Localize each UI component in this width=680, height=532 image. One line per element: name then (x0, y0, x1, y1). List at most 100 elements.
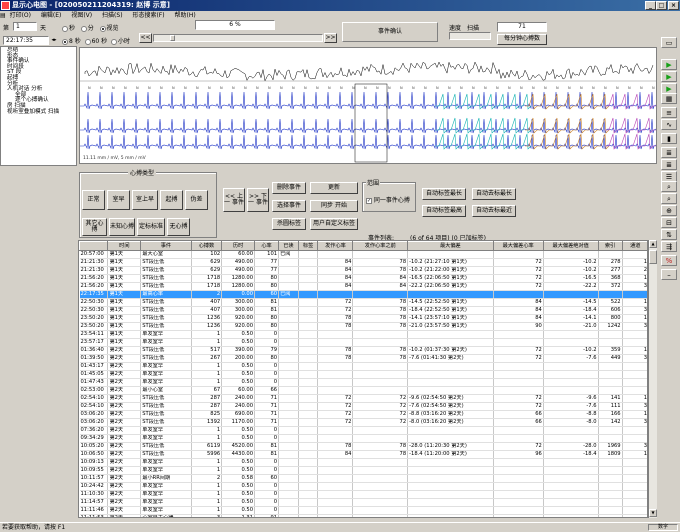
auto-label-highest-button[interactable]: 自动标签最高 (422, 205, 466, 217)
radio-8s[interactable]: 8 秒 (62, 38, 81, 45)
list-icon[interactable]: ≣ (661, 147, 677, 158)
column-header[interactable]: 事件 (140, 241, 192, 251)
table-row[interactable]: 01:36:40 第2天 ST段压低 517 390.00 79 78 78 -10.2 (01… (79, 346, 647, 355)
table-row[interactable]: 21:56:20 第1天 ST段压低 1718 1280.00 80 84 84 -16.5 (… (79, 274, 647, 283)
radio-seconds[interactable]: 秒 (62, 25, 75, 32)
beat-sve-button[interactable]: 室上早 (132, 190, 158, 210)
column-header[interactable]: 心搏数 (190, 241, 223, 251)
column-header[interactable]: 已读 (278, 241, 299, 251)
play-right-icon[interactable]: ▶ (661, 59, 677, 70)
auto-unlabel-nearest-button[interactable]: 自动去标最近 (472, 205, 516, 217)
play-right-icon[interactable]: ▶ (661, 71, 677, 82)
table-row[interactable]: 09:34:29 第2天 单发室早 1 0.50 0 (79, 434, 647, 443)
table-row[interactable]: 23:54:11 第1天 单发室早 1 0.50 0 (79, 330, 647, 339)
beat-paced-button[interactable]: 起搏 (160, 190, 183, 210)
zoom-in-icon[interactable]: ▭ (661, 37, 677, 48)
scroll-up-icon[interactable]: ▲ (649, 240, 657, 248)
table-row[interactable]: 01:47:43 第2天 单发室早 1 0.50 0 (79, 378, 647, 387)
ecg-display[interactable]: NNNNNNNNNNNNNNNNNNNNNNNNNNNNNNNNNNNNNNNN… (79, 47, 657, 164)
beat-other-button[interactable]: 其它心搏 (82, 218, 107, 236)
beat-none-button[interactable]: 无心搏 (167, 218, 190, 236)
column-header[interactable]: 最大偏差绝对值 (542, 241, 599, 251)
table-row[interactable]: 22:17:35 第1天 最高心率 2 0.00 60 已阅 (79, 290, 647, 299)
table-row[interactable]: 11:11:53 第2天 心室自主心律 3 1.31 91 (79, 514, 647, 517)
table-row[interactable]: 02:54:10 第2天 ST段压低 287 240.00 71 72 72 -9.6 (02:… (79, 394, 647, 403)
beat-unknown-button[interactable]: 未知心搏 (109, 218, 135, 236)
update-button[interactable]: 更新 (310, 182, 358, 194)
beat-normal-button[interactable]: 正常 (82, 190, 105, 210)
table-row[interactable]: 21:21:30 第1天 ST段压低 629 490.00 77 84 78 -10.2 (21… (79, 266, 647, 275)
scroll-thumb[interactable] (649, 250, 657, 264)
table-row[interactable]: 07:36:20 第2天 单发室早 1 0.50 0 (79, 426, 647, 435)
table-row[interactable]: 01:45:05 第2天 单发室早 1 0.50 0 (79, 370, 647, 379)
column-header[interactable]: 最大偏差 (407, 241, 494, 251)
menu-scan[interactable]: 扫描(S) (102, 11, 123, 20)
table-row[interactable]: 10:11:57 第2天 最小RR间期 2 0.58 60 (79, 474, 647, 483)
beat-artifact-button[interactable]: 伪差 (185, 190, 208, 210)
table-row[interactable]: 22:50:30 第1天 ST段压低 407 300.00 81 72 78 -14.5 (22… (79, 298, 647, 307)
table-row[interactable]: 10:06:50 第2天 ST段压低 5996 4430.00 81 84 78 -18.4 (… (79, 450, 647, 459)
radio-hour[interactable]: 小时 (110, 38, 130, 45)
wave-icon[interactable]: ∿ (661, 119, 677, 130)
time-spin-icon[interactable]: ◂▸ (50, 36, 58, 45)
next-page-button[interactable]: >> (324, 33, 337, 43)
time-input[interactable]: 22:17:35 (3, 36, 49, 45)
auto-unlabel-max-button[interactable]: 自动去标最长 (472, 188, 516, 200)
table-row[interactable]: 02:54:10 第2天 ST段压低 287 240.00 71 72 72 -7.6 (02:… (79, 402, 647, 411)
delete-event-button[interactable]: 删除事件 (272, 182, 306, 194)
list-icon[interactable]: ≡ (661, 107, 677, 118)
slider-thumb[interactable] (170, 35, 175, 41)
time-slider[interactable] (153, 34, 323, 42)
column-header[interactable]: 通道 (621, 241, 647, 251)
column-header[interactable]: 最大偏差心率 (492, 241, 544, 251)
column-header[interactable]: 索引 (597, 241, 623, 251)
menu-help[interactable]: 帮助(H) (175, 11, 196, 20)
column-header[interactable]: 时间 (107, 241, 142, 251)
list-icon[interactable]: ≣ (661, 159, 677, 170)
prune-label-button[interactable]: 杀圆标签 (272, 218, 306, 230)
dash-icon[interactable]: – (661, 269, 677, 280)
radio-60s[interactable]: 60 秒 (84, 38, 107, 45)
column-header[interactable]: 心率 (254, 241, 280, 251)
table-row[interactable]: 22:50:30 第1天 ST段压低 407 300.00 81 72 78 -18.4 (22… (79, 306, 647, 315)
custom-label-button[interactable]: 用户自定义标签 (310, 218, 358, 230)
table-row[interactable]: 01:43:17 第2天 单发室早 1 0.50 0 (79, 362, 647, 371)
percent-icon[interactable]: % (661, 255, 677, 266)
table-row[interactable]: 21:21:30 第1天 ST段压低 629 490.00 77 84 78 -10.2 (21… (79, 258, 647, 267)
print-icon[interactable]: ▤ (0, 11, 6, 20)
select-event-button[interactable]: 选择事件 (272, 200, 306, 212)
close-button[interactable]: × (668, 1, 679, 10)
column-header[interactable]: 标签 (297, 241, 319, 251)
beat-pvc-button[interactable]: 室早 (107, 190, 130, 210)
radio-overview[interactable]: 视览 (99, 25, 119, 32)
table-row[interactable]: 01:39:50 第2天 ST段压低 267 200.00 80 78 78 -7.6 (01:… (79, 354, 647, 363)
table-row[interactable]: 23:50:20 第1天 ST段压低 1236 920.00 80 78 78 -14.1 (2… (79, 314, 647, 323)
menu-view[interactable]: 视图(V) (71, 11, 92, 20)
tree-item[interactable]: 视听室叠加模式 扫描 (3, 109, 74, 116)
table-row[interactable]: 10:24:42 第2天 单发室早 1 0.50 0 (79, 482, 647, 491)
table-row[interactable]: 10:09:13 第2天 单发室早 1 0.50 0 (79, 458, 647, 467)
table-row[interactable]: 10:05:20 第2天 ST段压低 6119 4520.00 81 78 78 -28.0 (… (79, 442, 647, 451)
prev-event-button[interactable]: << 上一 事件 (223, 188, 245, 212)
column-header[interactable]: 历时 (221, 241, 256, 251)
per-minute-beats-button[interactable]: 每分钟心搏数 (497, 34, 547, 45)
table-row[interactable]: 21:56:20 第1天 ST段压低 1718 1280.00 80 84 84 -22.2 (… (79, 282, 647, 291)
table-row[interactable]: 23:57:17 第1天 单发室早 1 0.50 0 (79, 338, 647, 347)
day-input[interactable]: 1 (13, 22, 37, 31)
column-header[interactable]: 发作心率 (317, 241, 354, 251)
table-scrollbar[interactable]: ▲ ▼ (648, 240, 657, 518)
table-row[interactable]: 11:14:57 第2天 单发室早 1 0.50 0 (79, 498, 647, 507)
column-header[interactable] (79, 241, 109, 251)
table-row[interactable]: 20:57:00 第1天 最大心室 102 60.00 101 已阅 (79, 250, 647, 259)
auto-label-max-button[interactable]: 自动标签最长 (422, 188, 466, 200)
menu-morph-search[interactable]: 形态搜索(F) (132, 11, 164, 20)
table-row[interactable]: 11:10:30 第2天 单发室早 1 0.50 0 (79, 490, 647, 499)
sync-start-button[interactable]: 同步 开始 (310, 200, 358, 212)
radio-minutes[interactable]: 分 (80, 25, 94, 32)
prev-page-button[interactable]: << (139, 33, 152, 43)
table-row[interactable]: 11:11:46 第2天 单发室早 1 0.50 0 (79, 506, 647, 515)
grid-icon[interactable]: ▦ (661, 93, 677, 104)
search-icon[interactable]: ⌕ (661, 181, 677, 192)
column-header[interactable]: 发作心率之前 (352, 241, 409, 251)
filter-icon[interactable]: ⊟ (661, 217, 677, 228)
